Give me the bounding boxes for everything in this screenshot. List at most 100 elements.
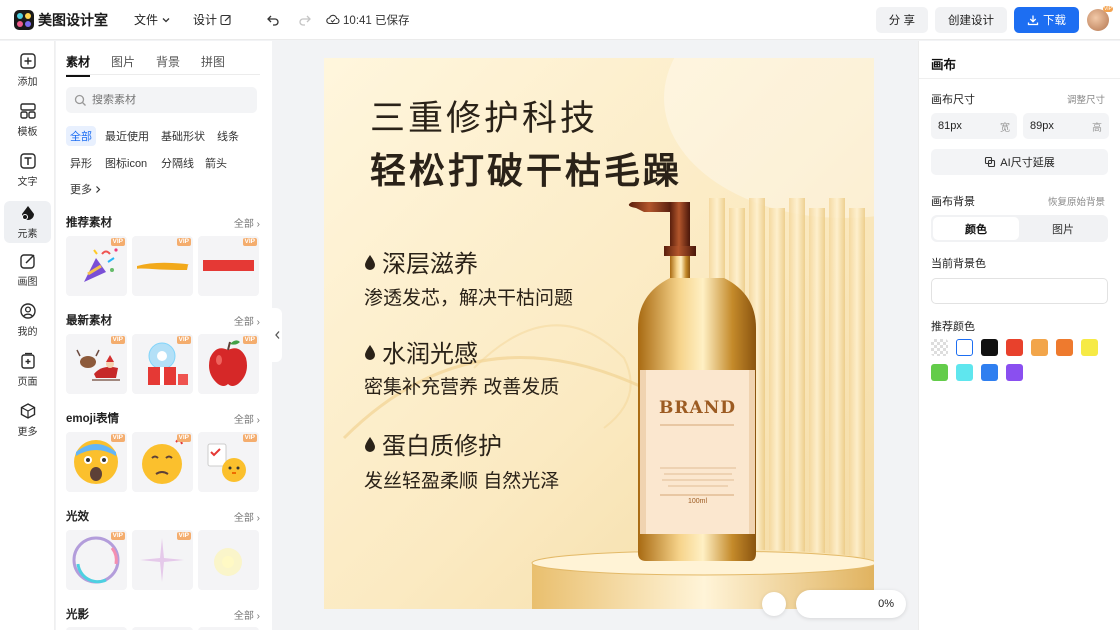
nav-item-draw[interactable]: 画图 (4, 249, 51, 291)
redo-icon[interactable] (298, 13, 312, 27)
bottle-brand-text: BRAND (659, 398, 736, 418)
template-icon (19, 103, 36, 119)
download-button[interactable]: 下载 (1014, 7, 1079, 33)
material-thumb[interactable]: VIP (66, 334, 127, 394)
restore-bg-link[interactable]: 恢复原始背景 (1048, 194, 1105, 208)
feature-desc[interactable]: 密集补充营养 改善发质 (364, 372, 559, 399)
height-unit: 高 (1092, 122, 1102, 134)
chip-basic-shapes[interactable]: 基础形状 (157, 126, 209, 146)
tab-material[interactable]: 素材 (66, 53, 91, 77)
design-menu-label: 设计 (193, 13, 218, 27)
section-all-link[interactable]: 全部 › (234, 607, 260, 622)
share-button[interactable]: 分 享 (875, 7, 928, 33)
app-logo[interactable]: 美图设计室 (14, 9, 108, 30)
width-field[interactable]: 81px 宽 (931, 113, 1017, 139)
file-menu[interactable]: 文件 (134, 11, 171, 28)
material-thumb[interactable]: VIP (132, 236, 193, 296)
nav-item-add[interactable]: 添加 (4, 49, 51, 91)
chip-divider[interactable]: 分隔线 (157, 153, 198, 173)
chip-lines[interactable]: 线条 (213, 126, 243, 146)
nav-item-template[interactable]: 模板 (4, 99, 51, 141)
material-thumb[interactable] (198, 530, 259, 590)
color-swatch[interactable] (956, 364, 973, 381)
nav-item-element[interactable]: 元素 (4, 201, 51, 243)
chevron-left-icon (274, 331, 279, 339)
color-swatch[interactable] (931, 339, 948, 356)
color-swatch[interactable] (1006, 339, 1023, 356)
nav-item-page[interactable]: 页面 (4, 349, 51, 391)
nav-item-profile[interactable]: 我的 (4, 299, 51, 341)
chip-irregular[interactable]: 异形 (66, 153, 96, 173)
nav-item-more[interactable]: 更多 (4, 399, 51, 441)
undo-icon[interactable] (266, 13, 280, 27)
material-thumb[interactable]: VIP (198, 334, 259, 394)
material-thumb[interactable]: VIP (198, 236, 259, 296)
panel-title: 画布 (931, 58, 957, 72)
chip-all[interactable]: 全部 (66, 126, 96, 146)
avatar[interactable]: VIP (1087, 6, 1113, 31)
water-drop-icon (365, 344, 375, 360)
material-thumb[interactable]: VIP (66, 236, 127, 296)
zoom-fit-button[interactable] (762, 592, 786, 616)
resize-link[interactable]: 调整尺寸 (1067, 92, 1105, 106)
section-all-link[interactable]: 全部 › (234, 509, 260, 524)
tab-images[interactable]: 图片 (111, 53, 135, 70)
poster-headline-2[interactable]: 轻松打破干枯毛躁 (370, 142, 682, 194)
bg-type-color[interactable]: 颜色 (933, 217, 1019, 240)
feature-title[interactable]: 深层滋养 (364, 244, 478, 279)
ai-extend-button[interactable]: AI尺寸延展 (931, 149, 1108, 175)
height-field[interactable]: 89px 高 (1023, 113, 1109, 139)
color-swatch[interactable] (1081, 339, 1098, 356)
create-design-button[interactable]: 创建设计 (935, 7, 1007, 33)
feature-desc[interactable]: 发丝轻盈柔顺 自然光泽 (364, 466, 559, 493)
material-thumb[interactable]: VIP (198, 432, 259, 492)
feature-desc[interactable]: 渗透发芯，解决干枯问题 (364, 283, 573, 310)
color-swatch[interactable] (1031, 339, 1048, 356)
design-canvas[interactable]: 三重修护科技 轻松打破干枯毛躁 深层滋养 渗透发芯，解决干枯问题 水润光感 密集… (324, 58, 874, 609)
color-swatch[interactable] (931, 364, 948, 381)
nav-item-text[interactable]: 文字 (4, 149, 51, 191)
chip-more[interactable]: 更多 (66, 179, 106, 199)
section-all-link[interactable]: 全部 › (234, 313, 260, 328)
color-swatch[interactable] (956, 339, 973, 356)
color-swatch[interactable] (1006, 364, 1023, 381)
chip-arrows[interactable]: 箭头 (201, 153, 231, 173)
search-input[interactable] (92, 94, 242, 106)
chip-recent[interactable]: 最近使用 (101, 126, 153, 146)
properties-panel: 画布 画布尺寸 调整尺寸 81px 宽 89px 高 AI尺寸延展 画布背景 恢… (918, 41, 1120, 630)
zoom-control[interactable]: 0% (796, 590, 906, 618)
material-thumb[interactable]: VIP (66, 432, 127, 492)
feature-title[interactable]: 水润光感 (364, 334, 478, 369)
color-swatch[interactable] (981, 364, 998, 381)
section-all-link[interactable]: 全部 › (234, 411, 260, 426)
color-swatch[interactable] (981, 339, 998, 356)
tab-background[interactable]: 背景 (156, 53, 180, 70)
top-bar: 美图设计室 文件 设计 10:41 已保存 分 享 创建设计 下载 VIP (0, 0, 1120, 40)
save-status-text: 10:41 已保存 (343, 14, 410, 27)
draw-icon (19, 254, 35, 269)
search-box[interactable] (66, 87, 257, 113)
tab-collage[interactable]: 拼图 (201, 53, 225, 70)
feature-title-text: 水润光感 (382, 341, 478, 368)
tabs-divider (66, 74, 260, 75)
bg-type-image[interactable]: 图片 (1020, 217, 1106, 240)
color-swatch[interactable] (1056, 339, 1073, 356)
canvas-bg-label: 画布背景 (931, 196, 975, 208)
current-bg-color-field[interactable] (931, 278, 1108, 304)
material-thumb[interactable]: VIP (66, 530, 127, 590)
page-icon (20, 352, 35, 369)
collapse-panel-handle[interactable] (272, 308, 282, 362)
material-thumb[interactable]: VIP (132, 432, 193, 492)
feature-title[interactable]: 蛋白质修护 (364, 426, 502, 461)
design-menu[interactable]: 设计 (193, 11, 232, 28)
element-icon (21, 206, 34, 220)
section-header: emoji表情 全部 › (66, 410, 260, 426)
material-thumb[interactable]: VIP (132, 530, 193, 590)
nav-item-label: 页面 (17, 377, 38, 388)
section-all-link[interactable]: 全部 › (234, 215, 260, 230)
feature-title-text: 深层滋养 (382, 251, 478, 278)
poster-headline-1[interactable]: 三重修护科技 (370, 90, 598, 141)
material-thumb[interactable]: VIP (132, 334, 193, 394)
more-icon (20, 403, 35, 419)
chip-icons[interactable]: 图标icon (101, 153, 151, 173)
